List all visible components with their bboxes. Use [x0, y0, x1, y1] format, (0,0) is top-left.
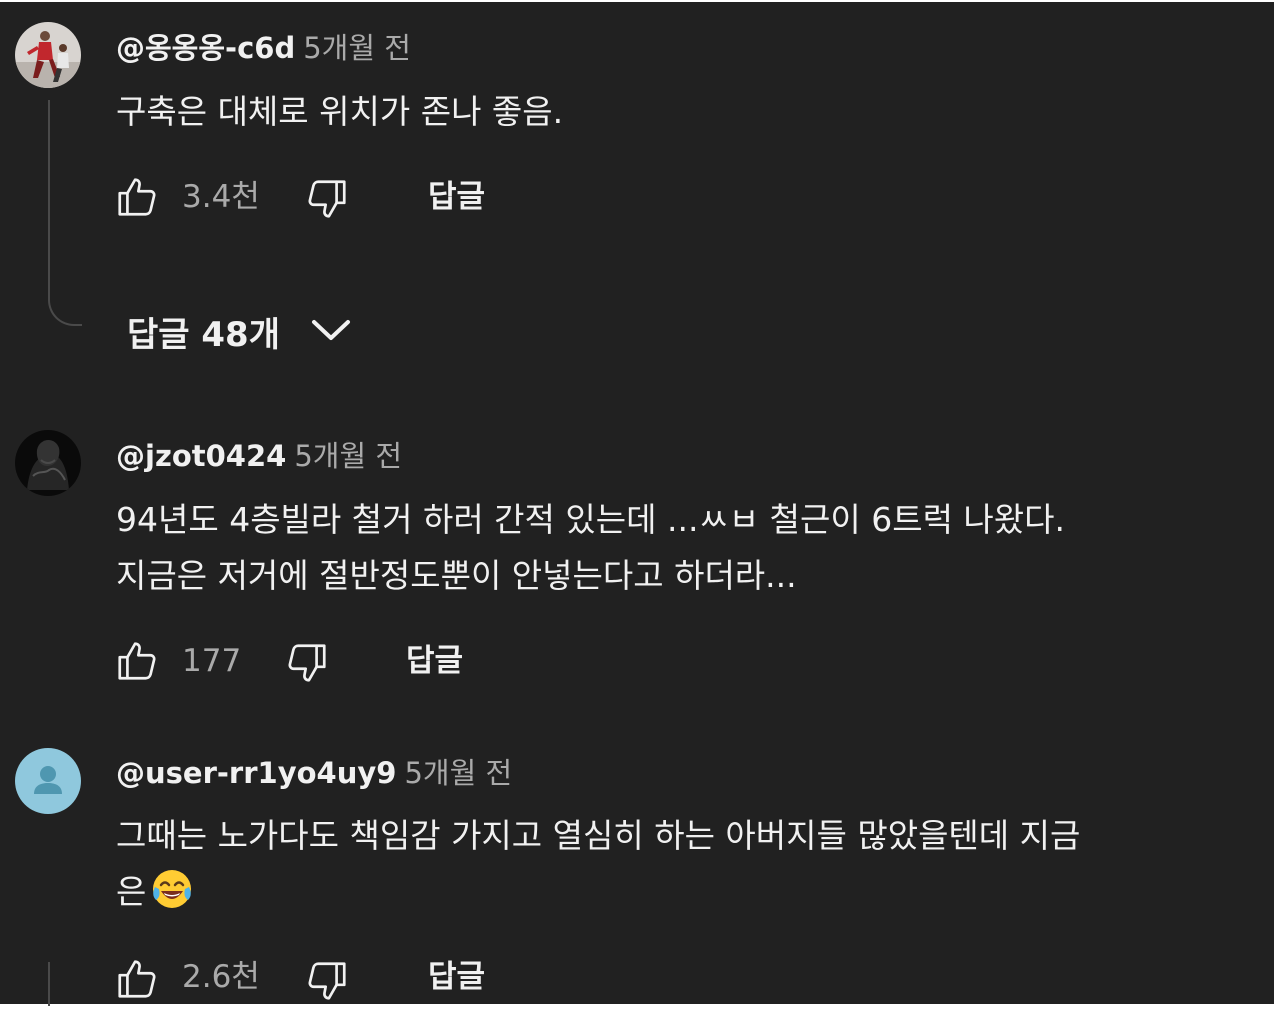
replies-count-label: 답글 48개 [127, 314, 280, 355]
comment-text-fragment: 은 [116, 872, 147, 911]
avatar-silhouette-icon [15, 430, 81, 496]
comment-text: 구축은 대체로 위치가 존나 좋음. [116, 92, 564, 131]
dislike-button[interactable] [284, 638, 330, 688]
avatar[interactable] [15, 430, 81, 496]
like-count: 2.6천 [182, 959, 260, 995]
timestamp[interactable]: 5개월 전 [404, 756, 512, 790]
thumbs-up-icon [114, 956, 160, 1002]
timestamp[interactable]: 5개월 전 [294, 439, 402, 473]
chevron-down-icon [310, 314, 352, 348]
comment-text: 94년도 4층빌라 철거 하러 간적 있는데 ...ㅆㅂ 철근이 6트럭 나왔다… [116, 492, 1256, 604]
thread-connector [48, 100, 82, 326]
comment-text-line: 은 [116, 864, 1256, 920]
comment-text-line: 94년도 4층빌라 철거 하러 간적 있는데 ...ㅆㅂ 철근이 6트럭 나왔다… [116, 500, 1065, 539]
dislike-button[interactable] [304, 956, 350, 1006]
avatar-photo-icon [15, 22, 81, 88]
thread-connector [48, 962, 50, 1006]
comment-header: @jzot0424 5개월 전 [116, 438, 402, 474]
thumbs-down-icon [284, 640, 330, 686]
comment-text: 그때는 노가다도 책임감 가지고 열심히 하는 아버지들 많았을텐데 지금 은 [116, 808, 1256, 920]
reply-button[interactable]: 답글 [428, 952, 485, 1002]
author-name[interactable]: @user-rr1yo4uy9 [116, 756, 396, 790]
like-button[interactable] [114, 636, 160, 686]
reply-button[interactable]: 답글 [428, 172, 485, 222]
author-name[interactable]: @옹옹옹-c6d [116, 31, 295, 65]
like-count: 3.4천 [182, 179, 260, 215]
avatar[interactable] [15, 22, 81, 88]
thumbs-up-icon [114, 174, 160, 220]
like-count: 177 [182, 643, 242, 679]
comment-header: @옹옹옹-c6d 5개월 전 [116, 30, 411, 66]
avatar[interactable] [15, 748, 81, 814]
comment-header: @user-rr1yo4uy9 5개월 전 [116, 755, 512, 791]
timestamp[interactable]: 5개월 전 [303, 31, 411, 65]
reply-button[interactable]: 답글 [406, 636, 463, 686]
laughing-tears-emoji-icon [150, 867, 194, 911]
thumbs-down-icon [304, 176, 350, 222]
default-user-icon [15, 748, 81, 814]
like-button[interactable] [114, 954, 160, 1004]
like-button[interactable] [114, 172, 160, 222]
view-replies-button[interactable]: 답글 48개 [127, 305, 352, 357]
thumbs-down-icon [304, 958, 350, 1004]
comment-text-line: 그때는 노가다도 책임감 가지고 열심히 하는 아버지들 많았을텐데 지금 [116, 816, 1081, 855]
dislike-button[interactable] [304, 174, 350, 224]
comment-text-line: 지금은 저거에 절반정도뿐이 안넣는다고 하더라... [116, 556, 797, 595]
author-name[interactable]: @jzot0424 [116, 439, 286, 473]
comments-panel: @옹옹옹-c6d 5개월 전 구축은 대체로 위치가 존나 좋음. 3.4천 답… [0, 2, 1274, 1006]
thumbs-up-icon [114, 638, 160, 684]
